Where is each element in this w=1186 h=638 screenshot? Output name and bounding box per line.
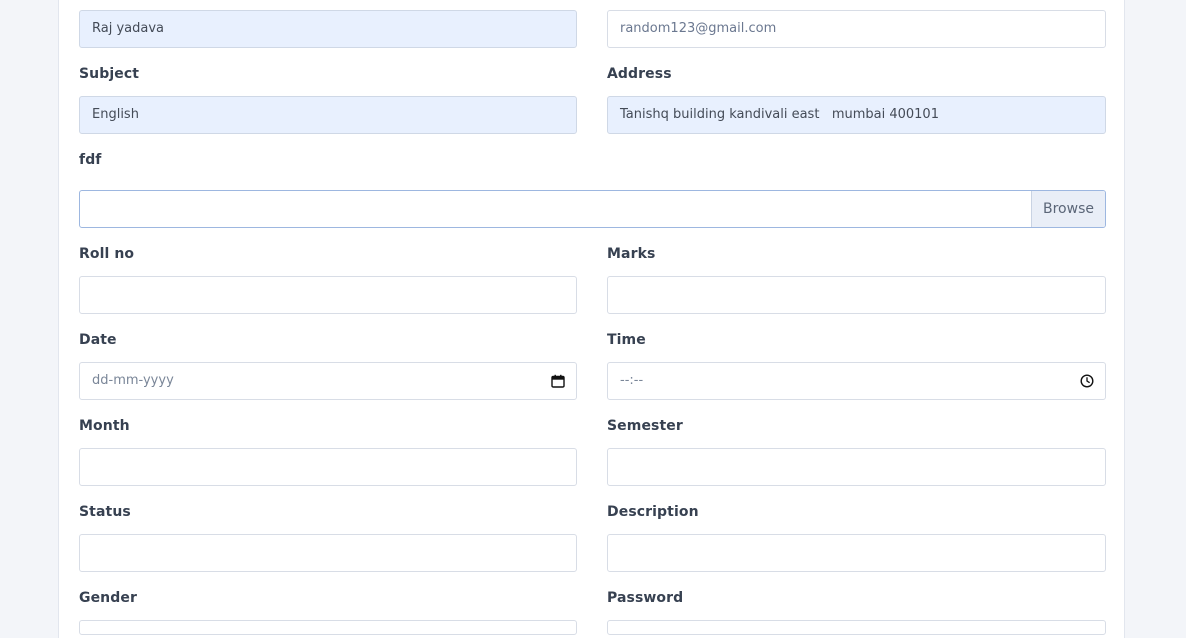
marks-label: Marks [607,246,656,262]
password-label: Password [607,590,684,606]
password-field[interactable] [607,620,1106,635]
status-label: Status [79,504,131,520]
email-field[interactable]: random123@gmail.com [607,10,1106,48]
calendar-icon[interactable] [551,374,565,388]
address-field[interactable]: Tanishq building kandivali east mumbai 4… [607,96,1106,134]
gender-label: Gender [79,590,137,606]
date-field[interactable]: dd-mm-yyyy [79,362,577,400]
month-field[interactable] [79,448,577,486]
date-label: Date [79,332,117,348]
marks-field[interactable] [607,276,1106,314]
date-placeholder: dd-mm-yyyy [92,373,174,388]
subject-label: Subject [79,66,140,82]
roll-no-field[interactable] [79,276,577,314]
month-label: Month [79,418,130,434]
semester-label: Semester [607,418,683,434]
subject-field[interactable]: English [79,96,577,134]
browse-button[interactable]: Browse [1031,191,1105,227]
roll-no-label: Roll no [79,246,135,262]
time-field[interactable]: --:-- [607,362,1106,400]
name-field[interactable]: Raj yadava [79,10,577,48]
status-field[interactable] [79,534,577,572]
semester-field[interactable] [607,448,1106,486]
time-placeholder: --:-- [620,373,644,388]
file-input[interactable]: Browse [79,190,1106,228]
time-label: Time [607,332,646,348]
address-label: Address [607,66,672,82]
file-label: fdf [79,152,102,168]
description-label: Description [607,504,699,520]
clock-icon[interactable] [1080,374,1094,388]
gender-field[interactable] [79,620,577,635]
form-card: Raj yadava random123@gmail.com Subject A… [58,0,1125,638]
description-field[interactable] [607,534,1106,572]
